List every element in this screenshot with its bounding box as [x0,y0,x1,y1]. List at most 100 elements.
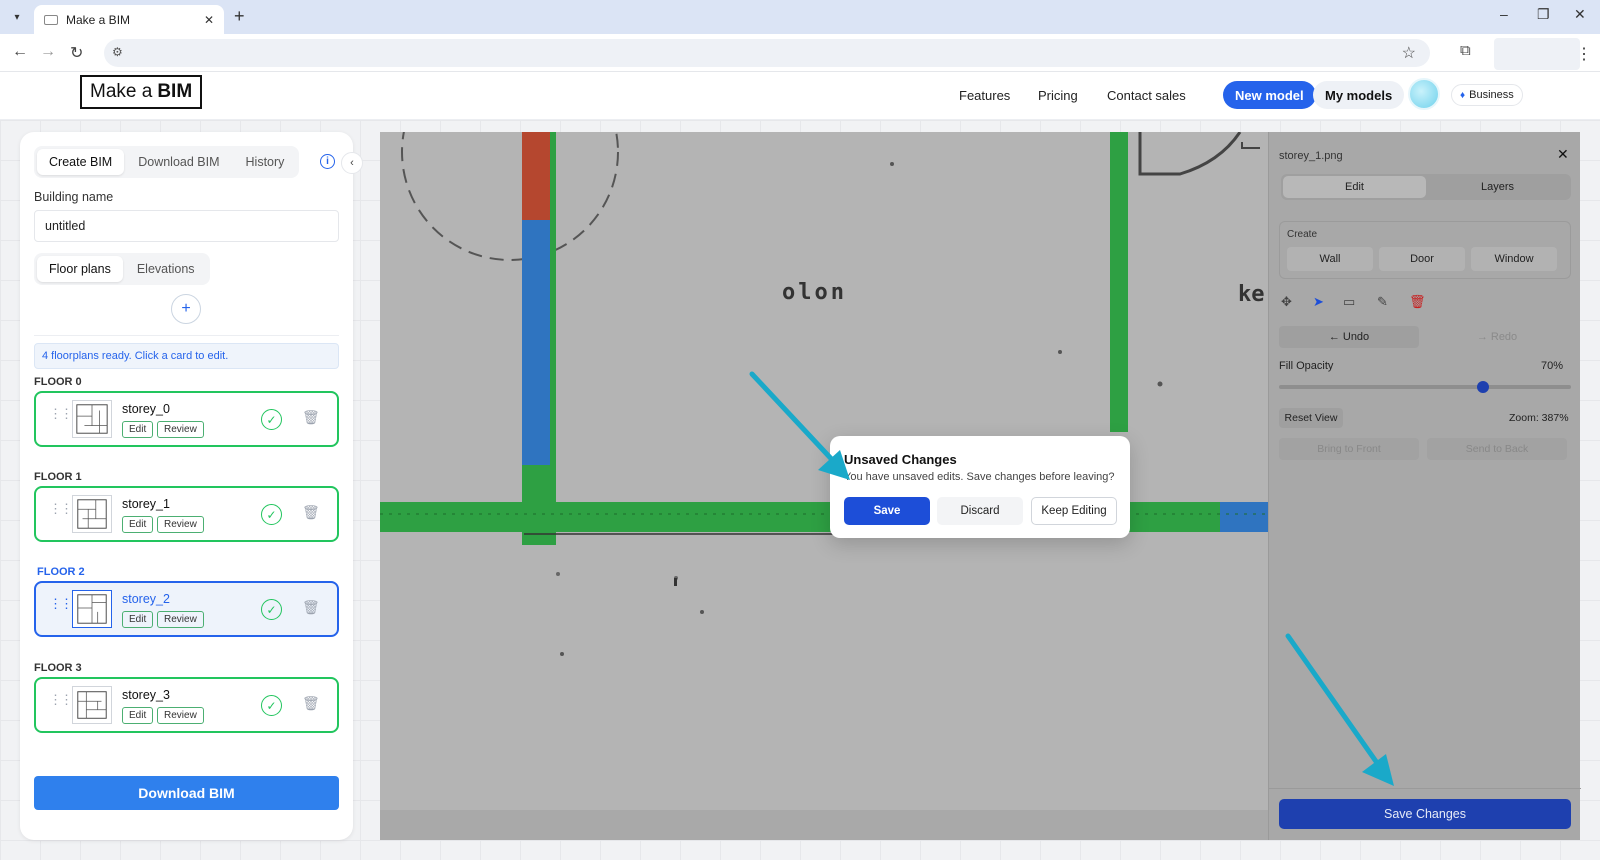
logo[interactable]: Make a BIM [80,75,203,109]
create-window-button[interactable]: Window [1471,247,1557,271]
address-bar[interactable]: ⚙ ☆ [104,39,1430,67]
floor-label: FLOOR 1 [34,471,82,483]
floor-name: storey_3 [122,688,170,702]
send-to-back-button[interactable]: Send to Back [1427,438,1567,460]
review-button[interactable]: Review [157,516,204,533]
tab-layers[interactable]: Layers [1426,176,1569,198]
pencil-icon[interactable]: ✎ [1377,294,1388,310]
editor-panel: storey_1.png ✕ Edit Layers Create Wall D… [1268,132,1581,840]
editor-tabs: Edit Layers [1281,174,1571,200]
minimize-icon[interactable]: – [1500,6,1508,22]
keep-editing-button[interactable]: Keep Editing [1031,497,1117,525]
tab-history[interactable]: History [234,149,297,175]
select-pointer-icon[interactable]: ➤ [1313,294,1324,310]
save-changes-button[interactable]: Save Changes [1279,799,1571,829]
review-button[interactable]: Review [157,707,204,724]
diamond-icon: ♦ [1460,89,1466,101]
tab-elevations[interactable]: Elevations [125,256,207,282]
back-arrow-icon[interactable]: ← [12,43,28,61]
close-icon[interactable]: ✕ [1557,146,1569,163]
browser-profile[interactable] [1494,38,1580,70]
delete-trash-icon[interactable]: 🗑 [1409,294,1426,310]
floorplan-canvas[interactable]: olon ke [380,132,1268,840]
review-button[interactable]: Review [157,421,204,438]
rectangle-icon[interactable]: ▭ [1343,294,1355,310]
window-close-icon[interactable]: ✕ [1574,6,1586,23]
drag-handle-icon[interactable]: ⋮⋮ [49,693,73,706]
save-button[interactable]: Save [844,497,930,525]
floor-name: storey_1 [122,497,170,511]
floorplan-thumbnail [72,686,112,724]
room-label: olon [782,280,847,305]
fill-opacity-label: Fill Opacity [1279,360,1334,372]
tab-download-bim[interactable]: Download BIM [126,149,231,175]
browser-menu-icon[interactable]: ⋮ [1576,44,1592,64]
floor-card-0[interactable]: ⋮⋮ storey_0 Edit Review ✓ 🗑 [34,391,339,447]
plan-tabs: Floor plans Elevations [34,253,210,285]
floorplan-thumbnail [72,590,112,628]
extensions-puzzle-icon[interactable]: ⧉ [1460,42,1471,59]
create-wall-button[interactable]: Wall [1287,247,1373,271]
drag-handle-icon[interactable]: ⋮⋮ [49,597,73,610]
review-button[interactable]: Review [157,611,204,628]
avatar[interactable] [1408,78,1440,110]
info-icon[interactable]: i [320,154,335,169]
reset-view-button[interactable]: Reset View [1279,408,1343,428]
pan-move-icon[interactable]: ✥ [1281,294,1292,310]
floor-card-2[interactable]: ⋮⋮ storey_2 Edit Review ✓ 🗑 [34,581,339,637]
tab-floor-plans[interactable]: Floor plans [37,256,123,282]
trash-icon[interactable]: 🗑 [302,599,320,616]
unsaved-changes-dialog: Unsaved Changes You have unsaved edits. … [830,436,1130,538]
collapse-panel-chevron-icon[interactable]: ‹ [341,152,363,174]
slider-handle[interactable] [1477,381,1489,393]
plan-badge[interactable]: ♦ Business [1451,84,1523,106]
floor-card-3[interactable]: ⋮⋮ storey_3 Edit Review ✓ 🗑 [34,677,339,733]
browser-tab[interactable]: Make a BIM ✕ [34,5,224,34]
logo-prefix: Make a [90,81,153,102]
new-model-button[interactable]: New model [1223,81,1316,109]
edit-button[interactable]: Edit [122,421,154,438]
close-tab-icon[interactable]: ✕ [204,13,214,27]
nav-features[interactable]: Features [959,88,1010,103]
dialog-title: Unsaved Changes [844,452,957,467]
edit-button[interactable]: Edit [122,611,154,628]
drag-handle-icon[interactable]: ⋮⋮ [49,502,73,515]
nav-contact-sales[interactable]: Contact sales [1107,88,1186,103]
nav-pricing[interactable]: Pricing [1038,88,1078,103]
drag-handle-icon[interactable]: ⋮⋮ [49,407,73,420]
redo-button[interactable]: → Redo [1427,326,1567,348]
bookmark-star-icon[interactable]: ☆ [1402,43,1416,63]
floor-card-1[interactable]: ⋮⋮ storey_1 Edit Review ✓ 🗑 [34,486,339,542]
fill-opacity-value: 70% [1541,360,1564,372]
redo-arrow-icon: → [1476,331,1491,343]
trash-icon[interactable]: 🗑 [302,409,320,426]
tab-edit[interactable]: Edit [1283,176,1426,198]
dialog-message: You have unsaved edits. Save changes bef… [844,471,1115,483]
tab-create-bim[interactable]: Create BIM [37,149,125,175]
floor-name: storey_2 [122,592,170,606]
building-name-input[interactable] [34,210,339,242]
check-icon: ✓ [261,599,282,620]
tab-search-chevron-icon[interactable]: ▾ [6,6,28,28]
forward-arrow-icon[interactable]: → [40,43,56,61]
create-door-button[interactable]: Door [1379,247,1465,271]
site-settings-icon[interactable]: ⚙ [112,45,123,59]
restore-icon[interactable]: ❐ [1537,6,1550,23]
bring-to-front-button[interactable]: Bring to Front [1279,438,1419,460]
left-panel: Create BIM Download BIM History i Buildi… [20,132,353,840]
floor-label: FLOOR 2 [37,566,85,578]
trash-icon[interactable]: 🗑 [302,504,320,521]
discard-button[interactable]: Discard [937,497,1023,525]
app-header: Make a BIM Features Pricing Contact sale… [0,72,1600,120]
new-tab-plus-icon[interactable]: + [234,6,245,27]
trash-icon[interactable]: 🗑 [302,695,320,712]
edit-button[interactable]: Edit [122,707,154,724]
reload-icon[interactable]: ↻ [70,43,83,63]
undo-button[interactable]: ← Undo [1279,326,1419,348]
add-floorplan-button[interactable]: + [171,294,201,324]
edit-button[interactable]: Edit [122,516,154,533]
fill-opacity-slider[interactable] [1279,381,1571,393]
download-bim-button[interactable]: Download BIM [34,776,339,810]
redo-label: Redo [1490,331,1518,343]
my-models-button[interactable]: My models [1313,81,1405,109]
